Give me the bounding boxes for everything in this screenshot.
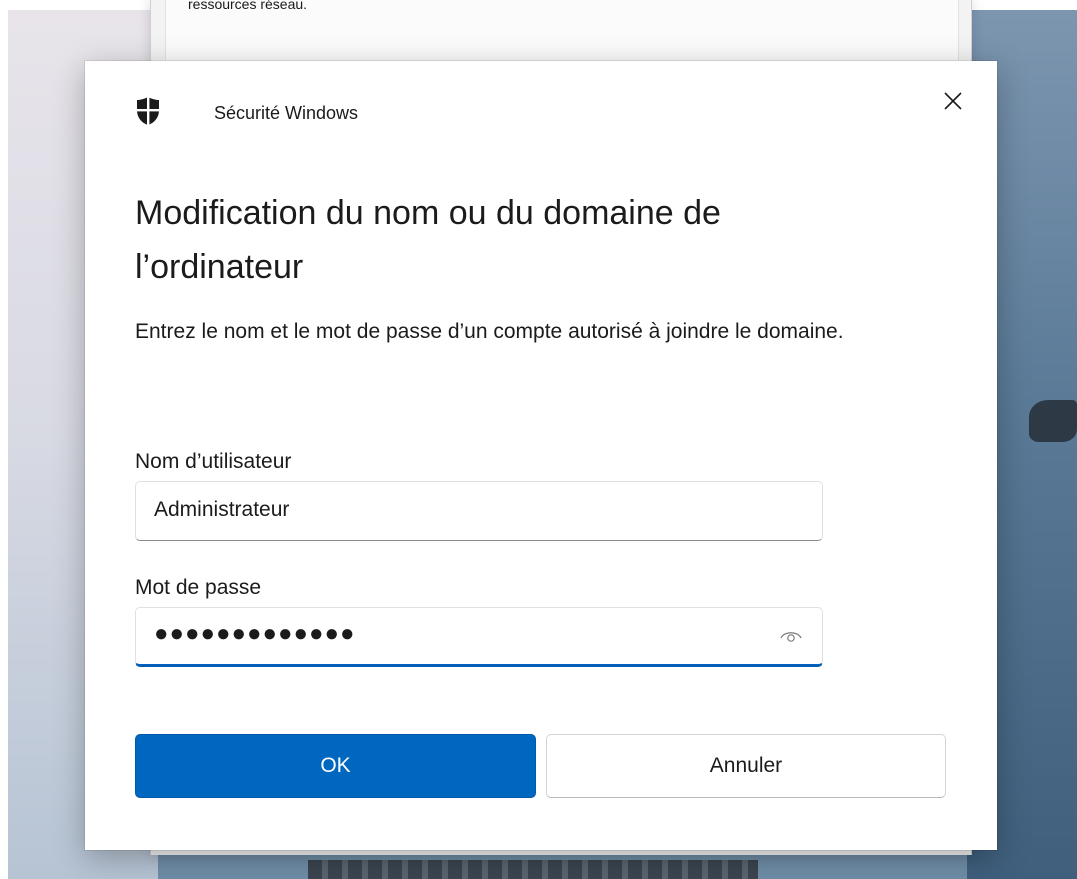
password-field[interactable]: ●●●●●●●●●●●●● <box>135 607 823 667</box>
username-field[interactable]: Administrateur <box>135 481 823 541</box>
password-label: Mot de passe <box>135 576 262 599</box>
shield-icon <box>136 96 160 126</box>
background-window-text: ressources réseau. <box>188 0 308 12</box>
password-value: ●●●●●●●●●●●●● <box>154 620 356 647</box>
username-value: Administrateur <box>154 498 290 521</box>
close-icon <box>944 91 962 115</box>
wallpaper-pier <box>308 860 758 879</box>
app-name: Sécurité Windows <box>214 103 359 123</box>
background-window-panel: ressources réseau. <box>165 0 959 60</box>
cancel-button[interactable]: Annuler <box>546 734 946 798</box>
eye-icon[interactable] <box>780 628 802 644</box>
dialog-title: Modification du nom ou du domaine de l’o… <box>135 194 721 286</box>
dialog-description: Entrez le nom et le mot de passe d’un co… <box>135 320 844 343</box>
windows-security-dialog: Sécurité Windows Modification du nom ou … <box>85 61 997 850</box>
close-button[interactable] <box>933 83 973 123</box>
ok-button[interactable]: OK <box>135 734 536 798</box>
wallpaper-rock <box>1029 400 1077 442</box>
username-label: Nom d’utilisateur <box>135 450 292 473</box>
